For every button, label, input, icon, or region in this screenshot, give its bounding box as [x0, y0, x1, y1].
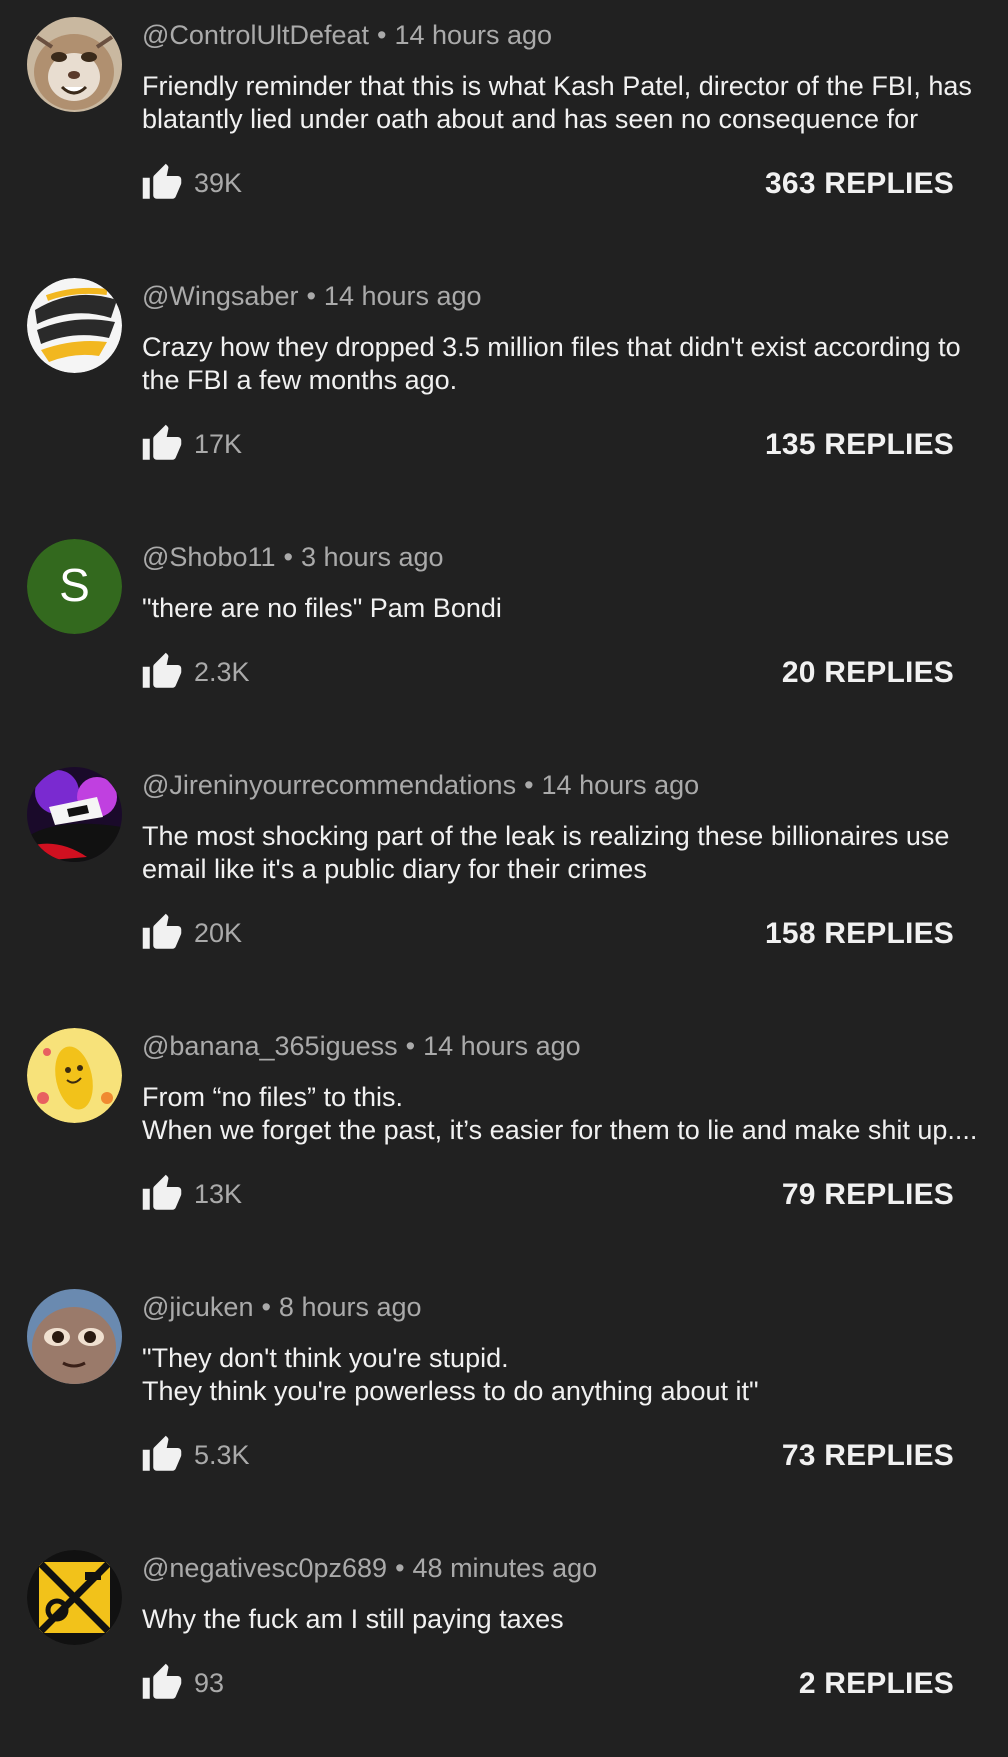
comment-time: 14 hours ago [394, 20, 553, 50]
like-count: 17K [194, 429, 243, 459]
comment-author[interactable]: @Shobo11 [142, 542, 276, 572]
comment-line: The most shocking part of the leak is re… [142, 821, 950, 851]
masked-character-avatar-icon[interactable] [27, 767, 122, 862]
comment-meta: @Jireninyourrecommendations • 14 hours ago [142, 770, 699, 801]
comment-text: The most shocking part of the leak is re… [142, 820, 987, 886]
comment-author[interactable]: @Jireninyourrecommendations [142, 770, 516, 800]
replies-button[interactable]: 20 REPLIES [782, 656, 954, 690]
comment-time: 14 hours ago [323, 281, 482, 311]
comment-line: Friendly reminder that this is what Kash… [142, 71, 972, 101]
comment-meta: @ControlUltDefeat • 14 hours ago [142, 20, 552, 51]
comment-time: 8 hours ago [278, 1292, 422, 1322]
replies-button[interactable]: 135 REPLIES [765, 428, 954, 462]
meta-separator: • [395, 1553, 405, 1583]
comment-author[interactable]: @banana_365iguess [142, 1031, 398, 1061]
thumbs-up-icon[interactable] [141, 651, 183, 693]
comment-meta: @Wingsaber • 14 hours ago [142, 281, 482, 312]
replies-button[interactable]: 158 REPLIES [765, 917, 954, 951]
comment-time: 48 minutes ago [412, 1553, 598, 1583]
like-count: 2.3K [194, 657, 250, 687]
comment-meta: @jicuken • 8 hours ago [142, 1292, 422, 1323]
meta-separator: • [283, 542, 293, 572]
replies-button[interactable]: 363 REPLIES [765, 167, 954, 201]
comment-author[interactable]: @jicuken [142, 1292, 253, 1322]
meta-separator: • [261, 1292, 271, 1322]
replies-button[interactable]: 2 REPLIES [799, 1667, 954, 1701]
comment-line: "there are no files" Pam Bondi [142, 593, 502, 623]
meta-separator: • [377, 20, 387, 50]
avatar-letter: S [59, 559, 90, 611]
meta-separator: • [405, 1031, 416, 1061]
comment-line: Why the fuck am I still paying taxes [142, 1604, 564, 1634]
letter-avatar[interactable]: S [27, 539, 122, 634]
like-count: 5.3K [194, 1440, 250, 1470]
comment-line: email like it's a public diary for their… [142, 854, 647, 884]
thumbs-up-icon[interactable] [141, 423, 183, 465]
comment-text: "there are no files" Pam Bondi [142, 592, 987, 625]
comment-author[interactable]: @ControlUltDefeat [142, 20, 369, 50]
comment-time: 14 hours ago [541, 770, 700, 800]
comment-meta: @banana_365iguess • 14 hours ago [142, 1031, 581, 1062]
banana-avatar-icon[interactable] [27, 1028, 122, 1123]
comment-text: "They don't think you're stupid. They th… [142, 1342, 987, 1408]
replies-button[interactable]: 73 REPLIES [782, 1439, 954, 1473]
comment-line: the FBI a few months ago. [142, 365, 458, 395]
comment-meta: @negativesc0pz689 • 48 minutes ago [142, 1553, 597, 1584]
like-count: 20K [194, 918, 243, 948]
comment-meta: @Shobo11 • 3 hours ago [142, 542, 444, 573]
thumbs-up-icon[interactable] [141, 1434, 183, 1476]
thumbs-up-icon[interactable] [141, 1662, 183, 1704]
comment-line: blatantly lied under oath about and has … [142, 104, 919, 134]
meta-separator: • [524, 770, 534, 800]
comment-text: From “no files” to this. When we forget … [142, 1081, 987, 1147]
thumbs-up-icon[interactable] [141, 912, 183, 954]
crest-avatar-icon[interactable] [27, 1550, 122, 1645]
comment-line: "They don't think you're stupid. [142, 1343, 509, 1373]
comment-line: They think you're powerless to do anythi… [142, 1376, 759, 1406]
comment-author[interactable]: @Wingsaber [142, 281, 298, 311]
wing-logo-avatar-icon[interactable] [27, 278, 122, 373]
comment-text: Crazy how they dropped 3.5 million files… [142, 331, 987, 397]
comment-line: From “no files” to this. [142, 1082, 404, 1112]
face-closeup-avatar-icon[interactable] [27, 1289, 122, 1384]
meta-separator: • [306, 281, 316, 311]
like-count: 13K [194, 1179, 243, 1209]
comment-time: 14 hours ago [423, 1031, 581, 1061]
replies-button[interactable]: 79 REPLIES [782, 1178, 954, 1212]
comment-line: When we forget the past, it’s easier for… [142, 1115, 978, 1145]
comment-author[interactable]: @negativesc0pz689 [142, 1553, 387, 1583]
like-count: 93 [194, 1668, 225, 1698]
comment-line: Crazy how they dropped 3.5 million files… [142, 332, 961, 362]
comment-text: Friendly reminder that this is what Kash… [142, 70, 987, 136]
comment-text: Why the fuck am I still paying taxes [142, 1603, 987, 1636]
comments-feed: @ControlUltDefeat • 14 hours ago Friendly … [0, 0, 1008, 1757]
thumbs-up-icon[interactable] [141, 162, 183, 204]
thumbs-up-icon[interactable] [141, 1173, 183, 1215]
like-count: 39K [194, 168, 243, 198]
comment-time: 3 hours ago [300, 542, 444, 572]
wildcat-avatar-icon[interactable] [27, 17, 122, 112]
